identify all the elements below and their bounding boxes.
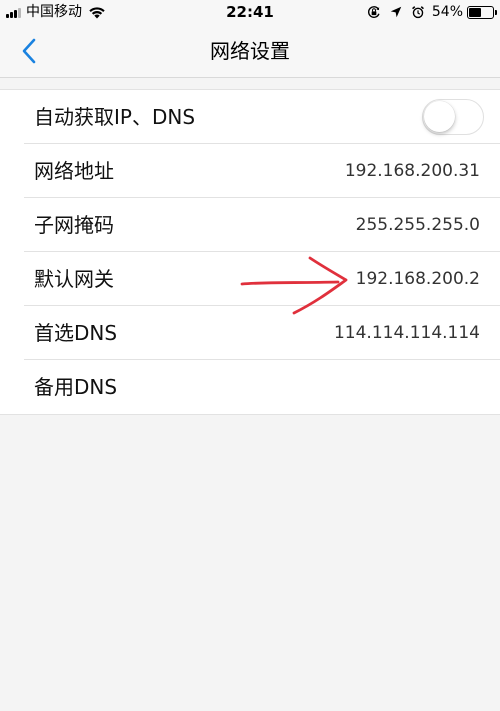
status-bar: 中国移动 22:41 54%	[0, 0, 500, 26]
gateway-row[interactable]: 默认网关 192.168.200.2	[0, 252, 500, 306]
ip-address-value[interactable]: 192.168.200.31	[345, 161, 480, 181]
battery-percent: 54%	[431, 4, 463, 20]
nav-bar: 网络设置	[0, 26, 500, 78]
subnet-mask-row[interactable]: 子网掩码 255.255.255.0	[0, 198, 500, 252]
subnet-mask-value[interactable]: 255.255.255.0	[356, 215, 480, 235]
auto-ip-dns-toggle[interactable]	[422, 99, 484, 135]
subnet-mask-label: 子网掩码	[34, 213, 114, 237]
alarm-icon	[411, 6, 424, 19]
gateway-label: 默认网关	[34, 267, 114, 291]
screen-lock-icon	[367, 6, 380, 18]
primary-dns-value[interactable]: 114.114.114.114	[334, 323, 480, 343]
toggle-knob	[424, 101, 455, 132]
auto-ip-dns-row: 自动获取IP、DNS	[0, 90, 500, 144]
battery-fill	[469, 7, 482, 17]
location-icon	[390, 6, 402, 18]
ip-address-label: 网络地址	[34, 159, 114, 183]
status-right: 54%	[360, 4, 497, 20]
battery-icon	[467, 5, 497, 19]
settings-list: 自动获取IP、DNS 网络地址 192.168.200.31 子网掩码 255.…	[0, 89, 500, 415]
primary-dns-label: 首选DNS	[34, 321, 118, 345]
secondary-dns-row[interactable]: 备用DNS	[0, 360, 500, 414]
secondary-dns-label: 备用DNS	[34, 375, 118, 399]
primary-dns-row[interactable]: 首选DNS 114.114.114.114	[0, 306, 500, 360]
page-title: 网络设置	[210, 39, 290, 63]
ip-address-row[interactable]: 网络地址 192.168.200.31	[0, 144, 500, 198]
auto-ip-dns-label: 自动获取IP、DNS	[34, 105, 196, 129]
screen: 中国移动 22:41 54% 网络设置 自动获取IP、DNS 网络地址 192.…	[0, 0, 500, 711]
gateway-value[interactable]: 192.168.200.2	[356, 269, 480, 289]
